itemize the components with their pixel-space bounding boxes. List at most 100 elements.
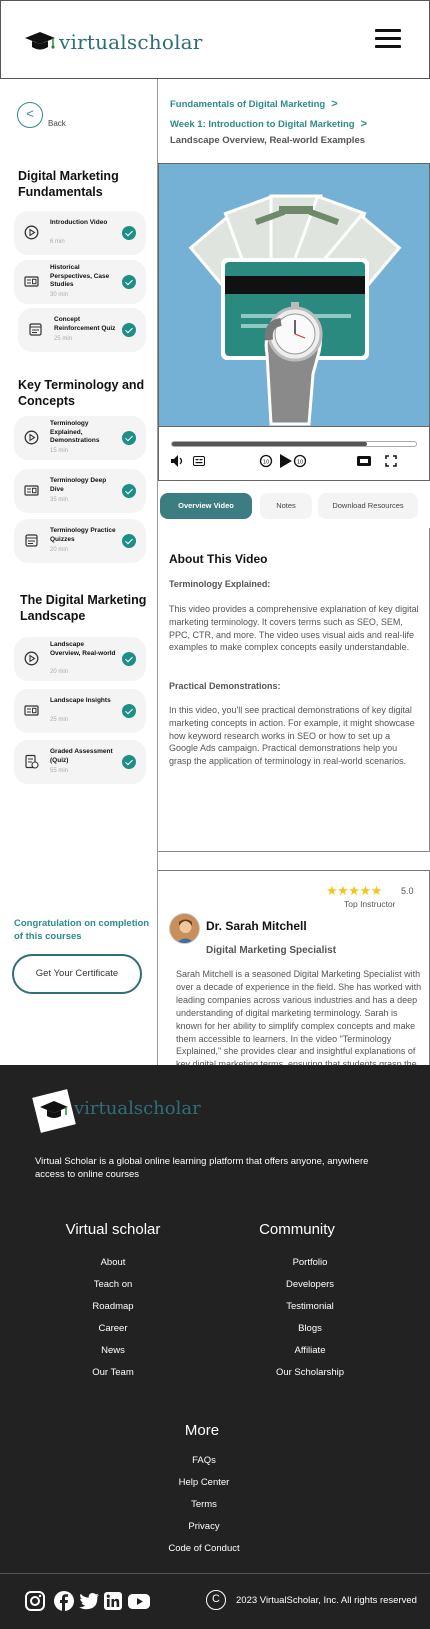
rating-value: 5.0 <box>401 886 414 896</box>
lesson-item[interactable]: Graded Assessment (Quiz) 55 min <box>14 740 146 784</box>
footer-link[interactable]: Blogs <box>230 1323 390 1334</box>
lesson-duration: 20 min <box>50 669 69 675</box>
copyright: C 2023 VirtualScholar, Inc. All rights r… <box>206 1590 417 1610</box>
footer-link[interactable]: Developers <box>230 1279 390 1290</box>
tab-download-resources[interactable]: Download Resources <box>318 493 418 519</box>
footer-link[interactable]: Portfolio <box>230 1257 390 1268</box>
breadcrumb-current: Landscape Overview, Real-world Examples <box>170 135 366 146</box>
reading-icon <box>24 703 39 718</box>
lesson-title: Terminology Practice Quizzes <box>50 527 116 543</box>
back-button[interactable]: < <box>17 102 43 128</box>
footer-link[interactable]: Roadmap <box>33 1301 193 1312</box>
brand-logo[interactable]: virtualscholar <box>23 29 203 55</box>
about-video-panel: About This Video Terminology Explained: … <box>158 528 430 852</box>
breadcrumb-course[interactable]: Fundamentals of Digital Marketing > <box>170 98 338 110</box>
lesson-item[interactable]: Introduction Video 6 min <box>14 211 146 255</box>
video-player[interactable] <box>158 163 430 427</box>
copyright-text: 2023 VirtualScholar, Inc. All rights res… <box>236 1594 417 1606</box>
footer-link[interactable]: Affiliate <box>230 1345 390 1356</box>
chevron-right-icon: > <box>331 98 338 110</box>
footer-link[interactable]: Privacy <box>124 1521 284 1532</box>
video-thumbnail <box>188 194 402 426</box>
get-certificate-button[interactable]: Get Your Certificate <box>12 954 142 994</box>
check-icon <box>122 704 136 718</box>
lesson-item[interactable]: Concept Reinforcement Quiz 25 min <box>18 308 146 352</box>
video-progress-bar[interactable] <box>171 441 417 447</box>
check-icon <box>122 652 136 666</box>
lesson-duration: 20 min <box>50 547 69 553</box>
instagram-icon[interactable] <box>24 1590 46 1612</box>
footer-link[interactable]: Our Team <box>33 1367 193 1378</box>
section-title: Key Terminology and Concepts <box>18 378 145 408</box>
rewind-10-icon[interactable]: 10 <box>259 454 273 468</box>
captions-icon[interactable] <box>193 456 205 466</box>
twitter-icon[interactable] <box>78 1590 100 1612</box>
back-label[interactable]: Back <box>48 119 66 128</box>
lesson-duration: 35 min <box>50 497 69 503</box>
copyright-icon: C <box>206 1590 226 1610</box>
section-title: Digital Marketing Fundamentals <box>18 169 119 199</box>
lesson-item[interactable]: Terminology Deep Dive 35 min <box>14 469 146 513</box>
play-icon[interactable] <box>279 453 293 469</box>
check-icon <box>122 534 136 548</box>
tab-overview-video[interactable]: Overview Video <box>160 493 252 519</box>
footer-brand-logo[interactable]: virtualscholar <box>32 1089 201 1133</box>
lesson-duration: 55 min <box>50 768 69 774</box>
lesson-title: Introduction Video <box>50 219 108 226</box>
instructor-name[interactable]: Dr. Sarah Mitchell <box>206 919 307 933</box>
avatar <box>169 913 200 944</box>
breadcrumb-week[interactable]: Week 1: Introduction to Digital Marketin… <box>170 118 367 130</box>
footer-link[interactable]: FAQs <box>124 1455 284 1466</box>
instructor-badge: Top Instructor <box>344 899 396 909</box>
rating-stars: ★★★★★ <box>326 883 382 898</box>
about-heading: About This Video <box>169 552 268 566</box>
assessment-icon <box>24 754 39 769</box>
tab-notes[interactable]: Notes <box>260 493 312 519</box>
footer-link[interactable]: Code of Conduct <box>124 1543 284 1554</box>
lesson-item[interactable]: Historical Perspectives, Case Studies 30 … <box>14 260 146 304</box>
menu-icon[interactable] <box>375 29 401 49</box>
chevron-left-icon: < <box>26 106 34 121</box>
lesson-duration: 30 min <box>50 292 69 298</box>
graduation-cap-icon <box>25 32 55 50</box>
chevron-right-icon: > <box>360 118 367 130</box>
about-paragraph: This video provides a comprehensive expl… <box>169 604 419 653</box>
footer-description: Virtual Scholar is a global online learn… <box>35 1156 369 1180</box>
forward-10-icon[interactable]: 10 <box>293 454 307 468</box>
footer-brand-name: virtualscholar <box>74 1097 201 1119</box>
play-icon <box>24 225 39 240</box>
lesson-duration: 6 min <box>50 239 65 245</box>
lesson-item[interactable]: Landscape Overview, Real-world 20 min <box>14 637 146 681</box>
fullscreen-icon[interactable] <box>385 455 397 467</box>
main-content: Fundamentals of Digital Marketing > Week … <box>158 79 430 1143</box>
footer-link[interactable]: News <box>33 1345 193 1356</box>
footer-link[interactable]: Teach on <box>33 1279 193 1290</box>
quality-icon[interactable] <box>357 456 371 466</box>
footer-divider <box>0 1573 430 1574</box>
reading-icon <box>24 274 39 289</box>
footer-link[interactable]: About <box>33 1257 193 1268</box>
footer-link[interactable]: Career <box>33 1323 193 1334</box>
youtube-icon[interactable] <box>127 1590 151 1612</box>
volume-icon[interactable] <box>171 455 185 467</box>
facebook-icon[interactable] <box>53 1590 75 1612</box>
lesson-title: Graded Assessment (Quiz) <box>50 748 113 764</box>
check-icon <box>122 323 136 337</box>
section-title: The Digital Marketing Landscape <box>20 593 147 623</box>
lesson-duration: 25 min <box>50 717 69 723</box>
check-icon <box>122 484 136 498</box>
lesson-item[interactable]: Terminology Practice Quizzes 20 min <box>14 519 146 563</box>
footer-link[interactable]: Our Scholarship <box>230 1367 390 1378</box>
footer-column-title: Virtual scholar <box>65 1221 161 1238</box>
footer-link[interactable]: Testimonial <box>230 1301 390 1312</box>
check-icon <box>122 226 136 240</box>
lesson-item[interactable]: Landscape Insights 25 min <box>14 689 146 733</box>
lesson-item[interactable]: Terminology Explained, Demonstrations 15 … <box>14 416 146 460</box>
check-icon <box>122 755 136 769</box>
site-footer: virtualscholar Virtual Scholar is a glob… <box>0 1065 430 1629</box>
reading-icon <box>24 483 39 498</box>
site-header: virtualscholar <box>0 0 430 79</box>
linkedin-icon[interactable] <box>102 1590 124 1612</box>
footer-link[interactable]: Help Center <box>124 1477 284 1488</box>
footer-link[interactable]: Terms <box>124 1499 284 1510</box>
